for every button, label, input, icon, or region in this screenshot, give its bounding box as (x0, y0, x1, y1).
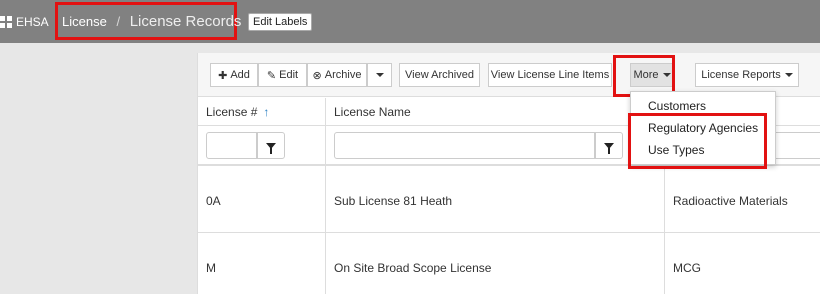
view-archived-button[interactable]: View Archived (399, 63, 480, 87)
license-name-filter-button[interactable] (595, 132, 623, 159)
pencil-icon: ✎ (266, 69, 277, 82)
license-name-cell: On Site Broad Scope License (334, 261, 492, 275)
license-name-cell: Sub License 81 Heath (334, 194, 453, 208)
archive-dropdown-toggle[interactable] (367, 63, 392, 87)
license-number-filter-button[interactable] (257, 132, 285, 159)
breadcrumb-separator: / (116, 14, 121, 29)
license-number-cell: 0A (206, 194, 221, 208)
license-reports-button[interactable]: License Reports (695, 63, 799, 87)
table-row[interactable]: 0A Sub License 81 Heath Radioactive Mate… (198, 166, 820, 233)
archive-button[interactable]: ⊗ Archive (307, 63, 367, 87)
archive-icon: ⊗ (312, 69, 322, 82)
sort-ascending-icon: ↑ (263, 105, 270, 119)
filter-icon (266, 142, 276, 154)
license-name-filter-input[interactable] (334, 132, 595, 159)
app-grid-icon (0, 16, 12, 28)
license-number-filter-input[interactable] (206, 132, 257, 159)
column-header-license-number[interactable]: License # ↑ (206, 105, 269, 119)
edit-button[interactable]: ✎ Edit (258, 63, 307, 87)
caret-down-icon (784, 73, 793, 77)
breadcrumb: License / License Records (62, 13, 241, 30)
table-row[interactable]: M On Site Broad Scope License MCG (198, 233, 820, 294)
caret-down-icon (375, 73, 384, 77)
column-header-license-name[interactable]: License Name (334, 105, 411, 119)
edit-labels-button[interactable]: Edit Labels (248, 13, 313, 31)
menu-items-highlight (628, 113, 767, 169)
app-brand[interactable]: EHSA (0, 13, 49, 31)
filter-icon (604, 142, 614, 154)
add-button[interactable]: ✚ Add (210, 63, 258, 87)
edit-label: Edit (279, 69, 299, 81)
license-type-cell: MCG (673, 261, 701, 275)
view-license-line-items-button[interactable]: View License Line Items (488, 63, 612, 87)
license-reports-label: License Reports (701, 69, 781, 81)
license-number-cell: M (206, 261, 216, 275)
license-type-cell: Radioactive Materials (673, 194, 788, 208)
column-label: License # (206, 105, 258, 119)
records-panel: ✚ Add ✎ Edit ⊗ Archive View Archived Vie… (197, 53, 820, 294)
page-title: License Records (129, 13, 242, 30)
archive-label: Archive (324, 69, 362, 81)
plus-icon: ✚ (218, 69, 228, 82)
add-label: Add (230, 69, 250, 81)
brand-label: EHSA (16, 15, 49, 29)
menu-item-customers[interactable]: Customers (648, 99, 706, 113)
breadcrumb-root[interactable]: License (62, 14, 107, 29)
